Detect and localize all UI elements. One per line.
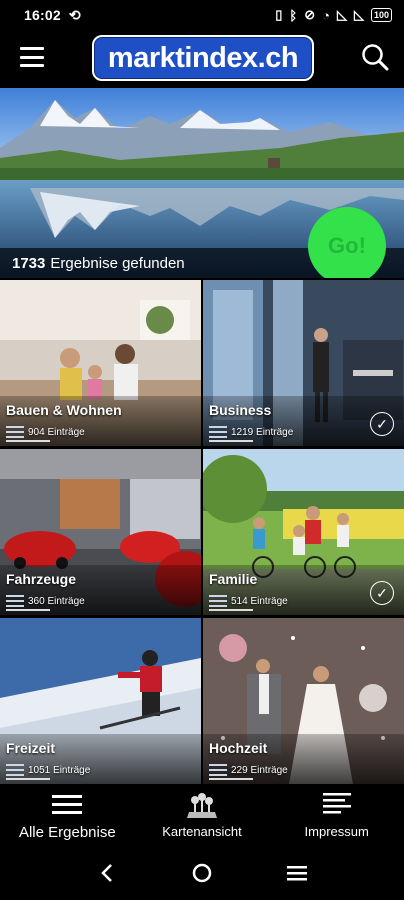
category-title: Business <box>209 402 272 418</box>
category-tile-familie[interactable]: Familie 514 Einträge ✓ <box>203 449 404 615</box>
checkmark-icon[interactable]: ✓ <box>370 412 394 436</box>
sync-icon: ⟲ <box>68 6 81 23</box>
dnd-icon: ⊘ <box>304 7 316 22</box>
category-tile-bauen-wohnen[interactable]: Bauen & Wohnen 904 Einträge <box>0 280 201 446</box>
bluetooth-icon: ᛒ <box>289 7 298 23</box>
list-icon <box>6 595 24 607</box>
category-title: Familie <box>209 571 258 587</box>
category-title: Hochzeit <box>209 740 268 756</box>
category-title: Freizeit <box>6 740 56 756</box>
category-title: Bauen & Wohnen <box>6 402 122 418</box>
checkmark-icon[interactable]: ✓ <box>370 581 394 605</box>
bottom-tab-bar: Alle Ergebnise Kartenansicht Impressum <box>0 784 404 846</box>
category-count: 360 Einträge <box>6 595 85 607</box>
hamburger-menu-icon[interactable] <box>20 47 44 67</box>
search-icon[interactable] <box>360 42 390 72</box>
app-header: marktindex.ch <box>0 30 404 88</box>
category-count: 904 Einträge <box>6 426 85 438</box>
signal2-icon: ◺ <box>353 7 364 22</box>
battery-icon: 100 <box>370 8 392 22</box>
category-grid: Bauen & Wohnen 904 Einträge Business 121… <box>0 280 404 784</box>
category-tile-business[interactable]: Business 1219 Einträge ✓ <box>203 280 404 446</box>
tab-label: Alle Ergebnise <box>18 824 116 841</box>
tab-map-view[interactable]: Kartenansicht <box>135 784 270 846</box>
category-count: 514 Einträge <box>209 595 288 607</box>
list-icon <box>209 426 227 438</box>
recent-apps-icon[interactable] <box>282 858 312 888</box>
hero-banner: 1733 Ergebnise gefunden Go! <box>0 88 404 278</box>
logo[interactable]: marktindex.ch <box>92 35 314 81</box>
system-nav-bar <box>0 846 404 900</box>
home-icon[interactable] <box>187 858 217 888</box>
back-icon[interactable] <box>92 858 122 888</box>
category-count: 229 Einträge <box>209 764 288 776</box>
list-icon <box>52 792 83 818</box>
category-tile-hochzeit[interactable]: Hochzeit 229 Einträge <box>203 618 404 784</box>
list-icon <box>209 595 227 607</box>
category-tile-fahrzeuge[interactable]: Fahrzeuge 360 Einträge <box>0 449 201 615</box>
map-pins-icon <box>187 792 217 818</box>
document-icon <box>322 792 351 818</box>
tab-imprint[interactable]: Impressum <box>269 784 404 846</box>
wifi-icon: ◔ <box>322 7 330 23</box>
list-icon <box>6 426 24 438</box>
category-title: Fahrzeuge <box>6 571 77 587</box>
results-label: Ergebnise gefunden <box>50 254 185 272</box>
list-icon <box>6 764 24 776</box>
tab-label: Impressum <box>304 824 369 839</box>
app-screen: 16:02 ⟲ ▯ ᛒ ⊘ ◔ ◺ ◺ 100 marktindex.ch 17… <box>0 0 404 900</box>
category-count: 1051 Einträge <box>6 764 90 776</box>
results-count: 1733 <box>12 254 46 272</box>
list-icon <box>209 764 227 776</box>
vibrate-icon: ▯ <box>275 7 283 22</box>
status-time: 16:02 <box>24 7 61 23</box>
status-icons: ▯ ᛒ ⊘ ◔ ◺ ◺ 100 <box>275 7 392 23</box>
category-tile-freizeit[interactable]: Freizeit 1051 Einträge <box>0 618 201 784</box>
tab-all-results[interactable]: Alle Ergebnise <box>0 784 135 846</box>
status-bar: 16:02 ⟲ ▯ ᛒ ⊘ ◔ ◺ ◺ 100 <box>0 0 404 30</box>
tab-label: Kartenansicht <box>162 824 242 839</box>
go-button[interactable]: Go! <box>308 207 386 278</box>
category-count: 1219 Einträge <box>209 426 293 438</box>
signal-icon: ◺ <box>336 7 347 22</box>
